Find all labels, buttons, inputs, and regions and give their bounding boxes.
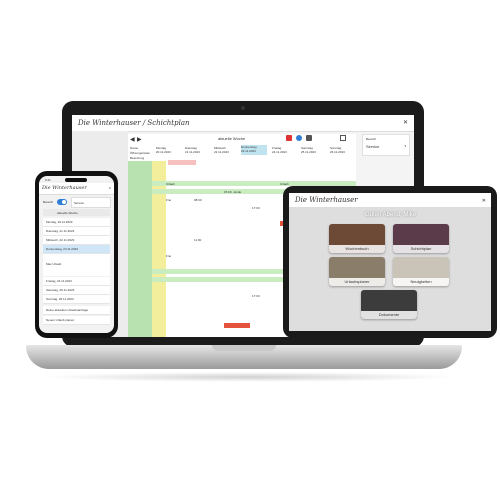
- greeting: Guten Abend, Mike: [365, 212, 417, 218]
- day-detail: Max Urlaub: [43, 254, 110, 276]
- week-bar[interactable]: Aktuelle Woche: [43, 209, 110, 216]
- laptop-header: Die Winterhauser / Schichtplan ✕: [72, 115, 414, 132]
- plan-vacation-link[interactable]: Neuen Urlaub planen: [43, 316, 110, 325]
- list-item-day[interactable]: Mittwoch, 22.11.2023: [43, 236, 110, 245]
- detail-label: Max Urlaub: [46, 262, 62, 266]
- cell-text: Urlaub: [166, 182, 175, 186]
- dynamic-island: [65, 178, 87, 182]
- area-selector-value: Service: [366, 144, 380, 149]
- day-header[interactable]: Mittwoch 22.11.2023: [214, 146, 229, 154]
- area-select[interactable]: Service: [71, 197, 111, 208]
- tile-dokumente[interactable]: Dokumente: [361, 290, 417, 319]
- toggle-label: Bereich: [43, 200, 54, 204]
- tablet-brand: Die Winterhauser: [295, 196, 358, 204]
- vacation-requests-link[interactable]: Deine aktuellen Urlaubsanträge: [43, 306, 110, 315]
- row-label-hours: Öffnungszeiten: [130, 151, 151, 155]
- week-label: aktuelle Woche: [218, 136, 246, 141]
- status-time: 9:41: [45, 178, 51, 182]
- day-header[interactable]: Freitag 24.11.2023: [272, 146, 287, 154]
- tablet-header: Die Winterhauser ✕: [289, 193, 491, 208]
- cell-text: Urlaub: [280, 182, 289, 186]
- cell-text: 15:00 - Ende: [224, 190, 242, 194]
- info-cell[interactable]: [168, 160, 196, 165]
- tablet-screen: Die Winterhauser ✕ Guten Abend, Mike Woc…: [289, 193, 491, 331]
- cell-text: 11:00: [194, 238, 202, 242]
- area-selector-label: Bereich: [366, 137, 377, 141]
- print-icon[interactable]: [306, 135, 312, 141]
- day-header[interactable]: Dienstag 21.11.2023: [185, 146, 200, 154]
- list-item-day[interactable]: Sonntag, 26.11.2023: [43, 295, 110, 304]
- next-week-icon[interactable]: ▶: [137, 136, 142, 143]
- cell-text: 17:00: [252, 206, 260, 210]
- tile-neuigkeiten[interactable]: Neuigkeiten: [393, 257, 449, 286]
- globe-icon[interactable]: [296, 135, 302, 141]
- device-shadow: [40, 372, 460, 382]
- close-icon[interactable]: ✕: [403, 119, 408, 126]
- row-label-staffing: Besetzung: [130, 156, 145, 160]
- tile-wochenbuch[interactable]: Wochenbuch: [329, 224, 385, 253]
- chevron-down-icon: ▾: [404, 144, 406, 148]
- cell-text: Frei: [166, 254, 172, 258]
- list-item-day[interactable]: Freitag, 24.11.2023: [43, 277, 110, 286]
- day-header[interactable]: Sonntag 26.11.2023: [330, 146, 345, 154]
- lock-icon[interactable]: [286, 135, 292, 141]
- day-header-today[interactable]: Donnerstag 23.11.2023: [241, 145, 267, 155]
- area-toggle[interactable]: [57, 199, 67, 205]
- list-item-day[interactable]: Montag, 20.11.2023: [43, 218, 110, 227]
- phone-brand: Die Winterhauser: [42, 185, 87, 191]
- row-label-name: Name: [130, 146, 139, 150]
- phone-screen: 9:41 Die Winterhauser ✕ Bereich Service …: [39, 176, 114, 333]
- laptop-trackpad-notch: [212, 345, 276, 351]
- list-item-day[interactable]: Dienstag, 21.11.2023: [43, 227, 110, 236]
- week-label: Aktuelle Woche: [57, 211, 78, 215]
- laptop-title: Die Winterhauser / Schichtplan: [78, 119, 190, 127]
- list-item-day-active[interactable]: Donnerstag, 23.11.2023: [43, 245, 110, 254]
- list-item-day[interactable]: Samstag, 25.11.2023: [43, 286, 110, 295]
- tile-urlaubsplaner[interactable]: Urlaubsplaner: [329, 257, 385, 286]
- cell-text: Frei: [166, 198, 172, 202]
- cell-text: 08:00: [194, 198, 202, 202]
- calendar-icon[interactable]: [340, 135, 346, 141]
- day-header-row: Montag 20.11.2023 Dienstag 21.11.2023 Mitt…: [152, 145, 356, 159]
- phone-header: Die Winterhauser ✕: [39, 183, 114, 195]
- close-icon[interactable]: ✕: [108, 186, 111, 190]
- cell-text: 17:00: [252, 294, 260, 298]
- red-cell[interactable]: [224, 323, 250, 328]
- laptop-camera: [241, 106, 245, 110]
- day-header[interactable]: Samstag 25.11.2023: [301, 146, 316, 154]
- close-icon[interactable]: ✕: [482, 198, 486, 204]
- tile-schichtplan[interactable]: Schichtplan: [393, 224, 449, 253]
- area-selector[interactable]: Bereich Service ▾: [362, 134, 410, 156]
- day-header[interactable]: Montag 20.11.2023: [156, 146, 171, 154]
- prev-week-icon[interactable]: ◀: [130, 136, 135, 143]
